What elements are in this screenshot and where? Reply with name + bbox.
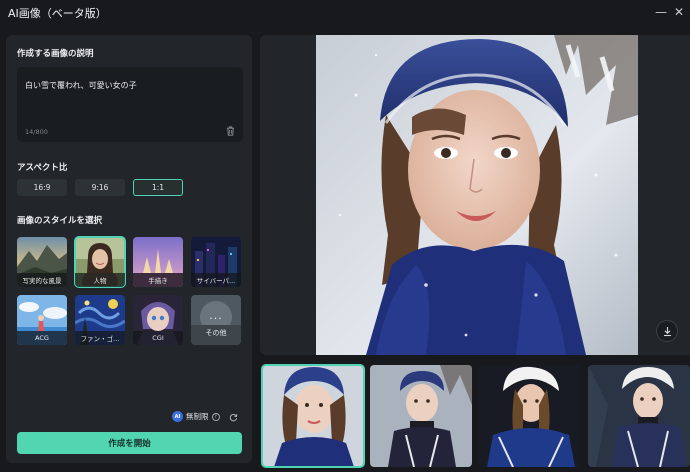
window-title: AI画像（ベータ版） xyxy=(8,7,107,20)
style-label: 人物 xyxy=(75,273,125,287)
style-tile-cgi[interactable]: CGI xyxy=(133,295,183,345)
prompt-textarea[interactable]: 白い雪で覆われ、可愛い女の子 14/800 xyxy=(17,67,243,142)
aspect-heading: アスペクト比 xyxy=(17,163,68,173)
style-tile-hand-drawn[interactable]: 手描き xyxy=(133,237,183,287)
quota-indicator: AI 無制限 ? xyxy=(172,411,220,422)
trash-icon[interactable] xyxy=(226,126,235,136)
prompt-heading: 作成する画像の説明 xyxy=(17,49,94,59)
result-thumbnail-2[interactable] xyxy=(370,365,472,467)
style-tile-other[interactable]: ··· その他 xyxy=(191,295,241,345)
style-label: CGI xyxy=(133,331,183,345)
style-heading: 画像のスタイルを選択 xyxy=(17,216,103,226)
result-thumbnail-1[interactable] xyxy=(261,364,365,468)
generate-button[interactable]: 作成を開始 xyxy=(17,432,242,454)
minimize-button[interactable]: — xyxy=(652,3,670,21)
aspect-9-16-button[interactable]: 9:16 xyxy=(75,179,125,196)
help-icon[interactable]: ? xyxy=(211,412,220,421)
style-tile-acg[interactable]: ACG xyxy=(17,295,67,345)
aspect-1-1-button[interactable]: 1:1 xyxy=(133,179,183,196)
style-tile-portrait[interactable]: 人物 xyxy=(74,236,126,288)
style-label: 手描き xyxy=(133,273,183,287)
style-tile-van-gogh[interactable]: ファン・ゴ... xyxy=(75,295,125,345)
generated-image xyxy=(316,35,638,355)
prompt-value: 白い雪で覆われ、可愛い女の子 xyxy=(25,81,137,90)
download-button[interactable] xyxy=(656,320,678,342)
style-tile-cyberpunk[interactable]: サイバーパ... xyxy=(191,237,241,287)
quota-label: 無制限 xyxy=(186,412,209,421)
more-icon: ··· xyxy=(209,312,223,325)
style-label: その他 xyxy=(205,329,227,337)
refresh-icon[interactable] xyxy=(229,413,238,422)
close-button[interactable]: ✕ xyxy=(670,3,688,21)
result-thumbnail-4[interactable] xyxy=(588,365,690,467)
aspect-16-9-button[interactable]: 16:9 xyxy=(17,179,67,196)
preview-panel xyxy=(260,35,690,355)
settings-panel: 作成する画像の説明 白い雪で覆われ、可愛い女の子 14/800 アスペクト比 1… xyxy=(6,35,252,463)
style-label: サイバーパ... xyxy=(191,273,241,287)
download-icon xyxy=(663,326,671,336)
style-label: 写実的な風景 xyxy=(17,273,67,287)
result-thumbnail-3[interactable] xyxy=(479,365,581,467)
style-label: ACG xyxy=(17,331,67,345)
char-counter: 14/800 xyxy=(25,128,48,136)
ai-badge-icon: AI xyxy=(172,411,183,422)
title-bar: AI画像（ベータ版） — ✕ xyxy=(0,0,690,26)
style-tile-realistic-landscape[interactable]: 写実的な風景 xyxy=(17,237,67,287)
style-label: ファン・ゴ... xyxy=(75,331,125,345)
